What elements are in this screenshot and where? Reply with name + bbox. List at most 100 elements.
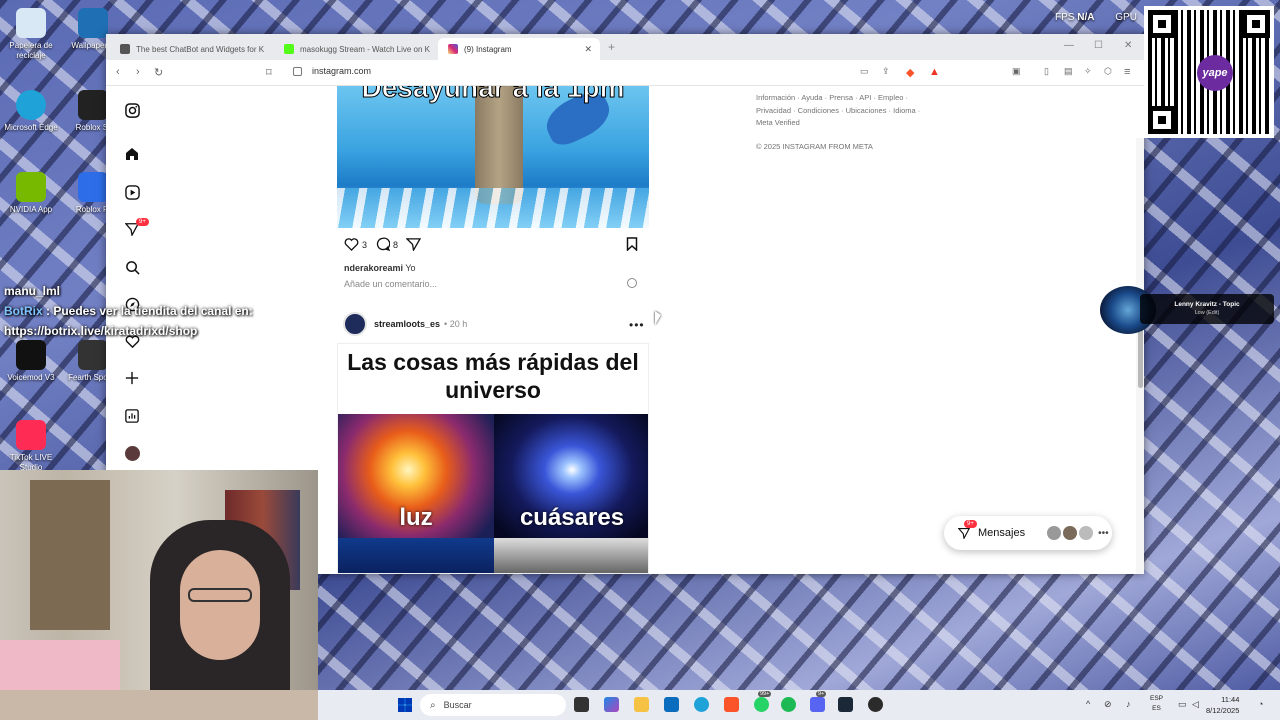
wallpaper-engine-icon	[78, 8, 108, 38]
post-author-avatar[interactable]	[343, 312, 367, 336]
display-icon[interactable]: ▭	[1178, 699, 1187, 710]
notifications-icon[interactable]: ◔	[1258, 699, 1263, 709]
tab-kick[interactable]: masokugg Stream - Watch Live on K	[274, 38, 432, 60]
mouse-cursor	[655, 311, 661, 325]
desktop-icon-edge[interactable]: Microsoft Edge	[0, 90, 62, 133]
file-explorer-icon[interactable]	[634, 697, 649, 712]
cast-icon[interactable]: ▭	[860, 66, 869, 77]
post-image[interactable]: Desayunar a la 1pm	[337, 86, 649, 228]
bookmark-icon[interactable]: ⌑	[266, 66, 272, 79]
edge-taskbar-icon[interactable]	[694, 697, 709, 712]
close-window-icon[interactable]: ✕	[1124, 40, 1132, 51]
address-bar[interactable]: instagram.com	[312, 66, 371, 76]
dashboard-icon[interactable]	[123, 407, 141, 425]
messages-icon	[958, 527, 970, 539]
steam-icon[interactable]	[838, 697, 853, 712]
fps-overlay: FPS N/A GPU	[1055, 12, 1137, 23]
voicemod-icon	[16, 340, 46, 370]
brave-icon[interactable]	[724, 697, 739, 712]
chat-bot-name: BotRix	[4, 304, 43, 318]
track-title: Low (Edit)	[1194, 310, 1220, 316]
messages-badge: 9+	[964, 520, 977, 528]
avatar	[1063, 526, 1078, 540]
share-post-icon[interactable]	[405, 237, 422, 253]
site-info-icon[interactable]	[293, 67, 302, 76]
share-icon[interactable]: ⇪	[882, 66, 890, 77]
post-image-text: Desayunar a la 1pm	[361, 86, 625, 104]
footer-copyright: © 2025 INSTAGRAM FROM META	[756, 142, 873, 151]
post-actions: 3 8	[344, 237, 424, 253]
nvidia-icon	[16, 172, 46, 202]
desktop-icon-nvidia[interactable]: NVIDIA App	[0, 172, 62, 215]
brave-shields-icon[interactable]: ◆	[906, 66, 914, 79]
panel-label-light: luz	[399, 504, 433, 531]
app-icon[interactable]	[868, 697, 883, 712]
maximize-icon[interactable]: ☐	[1094, 40, 1103, 51]
reels-icon[interactable]	[123, 183, 141, 201]
sidebar-icon[interactable]: ▯	[1044, 66, 1049, 77]
home-icon[interactable]	[123, 145, 141, 163]
back-icon[interactable]: ‹	[116, 66, 120, 78]
desktop-icon-voicemod[interactable]: Voicemod V3	[0, 340, 62, 383]
close-tab-icon[interactable]: ✕	[584, 44, 592, 55]
browser-toolbar: ‹ › ↻ ⌑ instagram.com ▭ ⇪ ◆ ▲ ▣ ▯ ▤ ✧ ⬡ …	[106, 60, 1144, 86]
post-author-username[interactable]: streamloots_es	[374, 319, 440, 329]
tray-chevron-icon[interactable]: ^	[1086, 699, 1090, 709]
wallet-icon[interactable]: ▤	[1064, 66, 1073, 77]
store-icon[interactable]	[664, 697, 679, 712]
like-count: 3	[362, 240, 368, 250]
avatar	[1079, 526, 1094, 540]
start-icon[interactable]	[398, 698, 412, 712]
footer-links: Información · Ayuda · Prensa · API · Emp…	[756, 93, 921, 127]
kick-favicon-icon	[284, 44, 294, 54]
instagram-favicon-icon	[448, 44, 458, 54]
menu-icon[interactable]: ≡	[1124, 66, 1130, 78]
vpn-icon[interactable]: ⬡	[1104, 66, 1112, 77]
tab-instagram[interactable]: (9) Instagram ✕	[438, 38, 600, 60]
comment-input[interactable]: Añade un comentario...	[344, 279, 437, 289]
new-tab-icon[interactable]: +	[608, 40, 615, 54]
tiktok-icon	[16, 420, 46, 450]
desktop-icon-recycle-bin[interactable]: Papelera de reciclaje	[0, 8, 62, 61]
spotify-icon[interactable]	[781, 697, 796, 712]
extensions-icon[interactable]: ▣	[1012, 66, 1021, 77]
whatsapp-badge: 99+	[758, 691, 772, 697]
discord-icon[interactable]	[810, 697, 825, 712]
instagram-logo-icon[interactable]	[123, 101, 141, 119]
mic-icon[interactable]: ♪	[1126, 699, 1131, 709]
taskbar: ⌕ Buscar 99+ 9+ ^ ⊘ ♪ ESP ES ▭ ◁ 11:44 8…	[318, 690, 1280, 720]
post-image-2[interactable]: Las cosas más rápidas del universo luz c…	[337, 343, 649, 574]
messages-button[interactable]: 9+ Mensajes •••	[944, 516, 1112, 550]
panel-label-quasars: cuásares	[519, 504, 625, 531]
minimize-icon[interactable]: —	[1064, 40, 1074, 51]
taskbar-clock[interactable]: 11:44 8/12/2025	[1206, 694, 1239, 716]
like-icon[interactable]	[344, 237, 359, 253]
rewards-icon[interactable]: ▲	[929, 66, 940, 78]
leo-icon[interactable]: ✧	[1084, 66, 1092, 77]
create-icon[interactable]	[123, 369, 141, 387]
whatsapp-icon[interactable]	[754, 697, 769, 712]
more-options-icon[interactable]: •••	[629, 318, 645, 332]
copilot-icon[interactable]	[604, 697, 619, 712]
reload-icon[interactable]: ↻	[154, 66, 163, 79]
discord-badge: 9+	[816, 691, 827, 697]
avatar	[1047, 526, 1062, 540]
comment-icon[interactable]	[375, 237, 391, 253]
emoji-icon[interactable]	[627, 278, 637, 288]
task-view-icon[interactable]	[574, 697, 589, 712]
forward-icon[interactable]: ›	[136, 66, 140, 78]
network-off-icon[interactable]: ⊘	[1104, 699, 1112, 710]
tab-botrix[interactable]: The best ChatBot and Widgets for K	[110, 38, 268, 60]
caption-username[interactable]: nderakoreami	[344, 263, 403, 273]
post-timestamp: • 20 h	[444, 319, 468, 329]
post-header: streamloots_es • 20 h	[343, 312, 467, 336]
more-icon: •••	[1098, 527, 1109, 539]
volume-icon[interactable]: ◁	[1192, 699, 1199, 710]
language-indicator[interactable]: ESP ES	[1150, 694, 1163, 714]
profile-avatar[interactable]	[123, 444, 141, 462]
scrollbar[interactable]	[1136, 138, 1144, 574]
search-icon[interactable]	[123, 258, 141, 276]
save-post-icon[interactable]	[626, 237, 638, 256]
desktop-icon-tiktok-live[interactable]: TikTok LIVE Studio	[0, 420, 62, 473]
taskbar-search[interactable]: ⌕ Buscar	[420, 694, 566, 716]
